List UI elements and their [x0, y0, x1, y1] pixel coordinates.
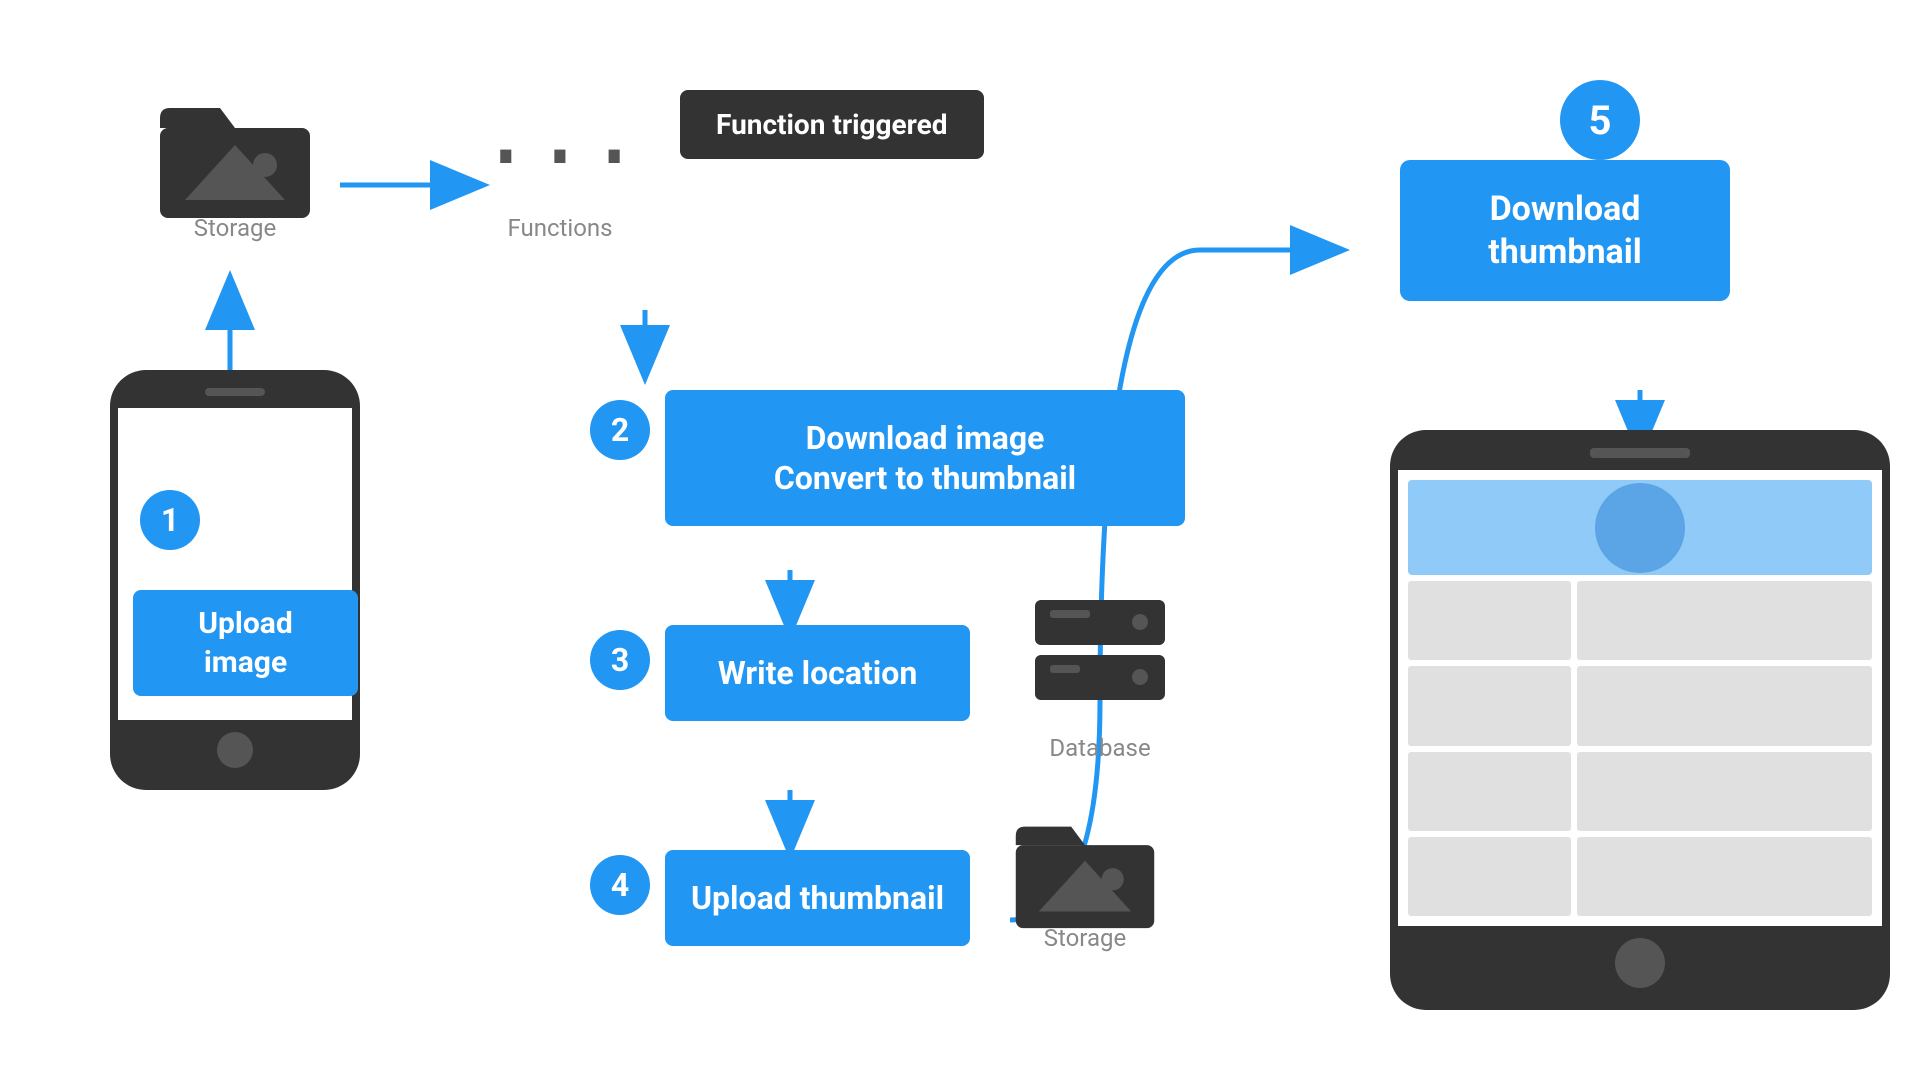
step2-circle: 2 [590, 400, 650, 460]
screen-image-area [1408, 480, 1872, 575]
grid-cell [1408, 837, 1571, 916]
functions-icon: {···} Functions [480, 80, 640, 242]
step3-button: Write location [665, 625, 970, 721]
right-phone [1390, 430, 1890, 1010]
step2-label: Download imageConvert to thumbnail [774, 419, 1076, 497]
storage-icon-right-center: Storage [1010, 810, 1160, 962]
phone-home-left [217, 732, 253, 768]
left-phone [110, 370, 360, 790]
grid-cell [1408, 752, 1571, 831]
function-triggered-badge: Function triggered [680, 90, 984, 159]
database-label: Database [1020, 734, 1180, 762]
svg-text:{···}: {···} [485, 104, 635, 209]
phone-speaker-left [205, 388, 265, 396]
functions-svg: {···} [485, 80, 635, 230]
storage-label-left: Storage [155, 214, 315, 242]
phone-screen-right [1398, 470, 1882, 926]
storage-label-right-center: Storage [1010, 924, 1160, 952]
grid-cell [1408, 666, 1571, 745]
database-svg [1025, 590, 1175, 730]
phone-home-right [1615, 938, 1665, 988]
folder-svg-left [155, 90, 315, 220]
grid-cell [1577, 837, 1872, 916]
phone-speaker-right [1590, 448, 1690, 458]
step1-button: Upload image [133, 590, 358, 696]
step1-circle: 1 [140, 490, 200, 550]
folder-svg-right [1010, 810, 1160, 930]
step4-circle: 4 [590, 855, 650, 915]
step5-button: Download thumbnail [1400, 160, 1730, 301]
step2-button: Download imageConvert to thumbnail [665, 390, 1185, 526]
grid-cell [1577, 666, 1872, 745]
storage-icon-left: Storage [155, 90, 315, 252]
grid-cell [1577, 752, 1872, 831]
database-icon: Database [1020, 590, 1180, 762]
diagram: 1 Upload image Storage {···} Functions F… [0, 0, 1920, 1080]
step5-circle: 5 [1560, 80, 1640, 160]
step3-circle: 3 [590, 630, 650, 690]
grid-cell [1408, 581, 1571, 660]
step4-button: Upload thumbnail [665, 850, 970, 946]
grid-cell [1577, 581, 1872, 660]
screen-avatar [1595, 483, 1685, 573]
